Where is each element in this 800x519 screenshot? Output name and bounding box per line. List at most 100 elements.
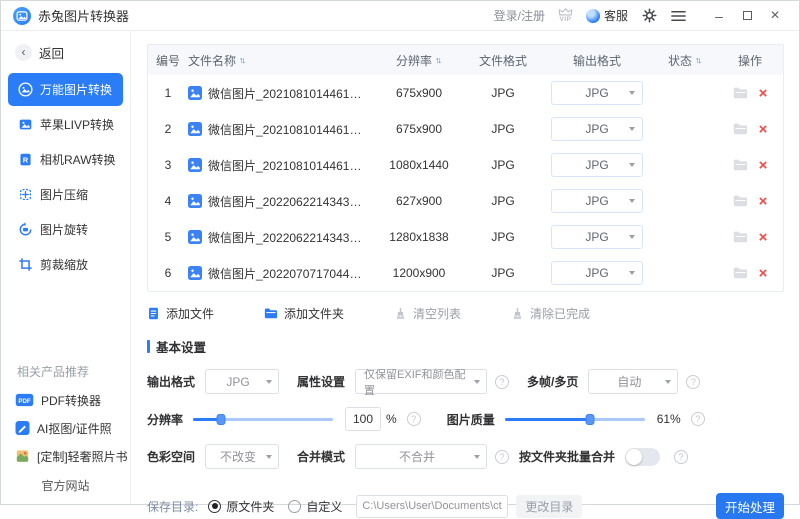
clear-list-button[interactable]: 清空列表 (394, 305, 461, 322)
resolution-percent-input[interactable] (345, 407, 381, 431)
table-row: 3 微信图片_20210810144617.jpg 1080x1440 JPG … (148, 147, 783, 183)
file-resolution: 675x900 (373, 86, 465, 100)
open-folder-icon[interactable] (733, 159, 748, 171)
help-icon[interactable]: ? (674, 450, 688, 464)
delete-icon[interactable]: × (759, 122, 768, 137)
radio-original-folder[interactable]: 原文件夹 (208, 498, 274, 515)
sidebar-item-label: 相机RAW转换 (40, 151, 116, 168)
colorspace-dropdown[interactable]: 不改变 (205, 444, 279, 469)
sort-icon[interactable]: ↑↓ (695, 55, 702, 65)
sidebar-item-universal-convert[interactable]: 万能图片转换 (8, 73, 123, 106)
close-button[interactable]: × (761, 3, 789, 29)
apple-livp-icon (18, 117, 33, 132)
clear-list-icon (394, 307, 407, 320)
image-file-icon (188, 266, 202, 280)
menu-hamburger-icon[interactable] (670, 8, 686, 24)
photobook-icon (15, 449, 30, 463)
minimize-button[interactable]: – (705, 3, 733, 29)
file-resolution: 1080x1440 (373, 158, 465, 172)
help-icon[interactable]: ? (407, 412, 421, 426)
batch-merge-toggle[interactable] (625, 448, 660, 466)
back-label: 返回 (39, 43, 64, 62)
slider-thumb[interactable] (586, 414, 595, 425)
output-format-select[interactable]: JPG (551, 117, 643, 141)
open-folder-icon[interactable] (733, 123, 748, 135)
sidebar-item-compress[interactable]: 图片压缩 (8, 178, 123, 211)
sort-icon[interactable]: ↑↓ (239, 55, 246, 65)
app-window: 赤兔图片转换器 登录/注册 VIP 客服 – × (0, 0, 800, 505)
output-format-select[interactable]: JPG (551, 153, 643, 177)
output-format-select[interactable]: JPG (551, 261, 643, 285)
help-icon[interactable]: ? (495, 375, 509, 389)
radio-custom-folder[interactable]: 自定义 (288, 498, 342, 515)
vip-button[interactable]: VIP (558, 8, 573, 24)
header-filename[interactable]: 文件名称↑↓ (188, 52, 373, 69)
chevron-down-icon (629, 91, 635, 95)
table-header: 编号 文件名称↑↓ 分辨率↑↓ 文件格式 输出格式 状态↑↓ 操作 (148, 45, 783, 75)
resolution-slider[interactable] (193, 412, 333, 426)
login-register-link[interactable]: 登录/注册 (494, 7, 545, 24)
support-button[interactable]: 客服 (586, 7, 628, 24)
sort-icon[interactable]: ↑↓ (435, 55, 442, 65)
related-item-label: [定制]轻奢照片书 (37, 448, 128, 465)
open-folder-icon[interactable] (733, 267, 748, 279)
sidebar-item-crop[interactable]: 剪裁缩放 (8, 248, 123, 281)
open-folder-icon[interactable] (733, 195, 748, 207)
settings-gear-icon[interactable] (641, 8, 657, 24)
sidebar-item-photobook[interactable]: [定制]轻奢照片书 (1, 442, 130, 470)
output-format-select[interactable]: JPG (551, 225, 643, 249)
output-format-value: JPG (585, 230, 608, 244)
table-row: 1 微信图片_20210810144617 (复制).jpg 675x900 J… (148, 75, 783, 111)
output-format-select[interactable]: JPG (551, 81, 643, 105)
sidebar-item-label: 图片旋转 (40, 221, 88, 238)
table-row: 6 微信图片_20220707170443 (复制) (2).jpg 1200x… (148, 255, 783, 291)
file-format: JPG (465, 230, 541, 244)
maximize-button[interactable] (733, 3, 761, 29)
help-icon[interactable]: ? (495, 450, 509, 464)
header-status[interactable]: 状态↑↓ (653, 52, 717, 69)
output-format-label: 输出格式 (147, 373, 195, 390)
output-format-dropdown[interactable]: JPG (205, 369, 279, 394)
change-directory-button[interactable]: 更改目录 (516, 495, 582, 518)
slider-thumb[interactable] (217, 414, 226, 425)
header-format: 文件格式 (465, 52, 541, 69)
delete-icon[interactable]: × (759, 86, 768, 101)
output-format-select[interactable]: JPG (551, 189, 643, 213)
open-folder-icon[interactable] (733, 231, 748, 243)
clear-completed-button[interactable]: 清除已完成 (511, 305, 590, 322)
app-title: 赤兔图片转换器 (38, 6, 129, 25)
help-icon[interactable]: ? (686, 375, 700, 389)
help-icon[interactable]: ? (691, 412, 705, 426)
official-site-link[interactable]: 官方网站 (1, 470, 130, 500)
sidebar-item-livp-convert[interactable]: 苹果LIVP转换 (8, 108, 123, 141)
open-folder-icon[interactable] (733, 87, 748, 99)
save-path-input[interactable] (356, 495, 508, 518)
delete-icon[interactable]: × (759, 194, 768, 209)
quality-label: 图片质量 (447, 411, 495, 428)
quality-slider[interactable] (505, 412, 645, 426)
output-format-value: JPG (585, 122, 608, 136)
sidebar-item-rotate[interactable]: 图片旋转 (8, 213, 123, 246)
header-resolution[interactable]: 分辨率↑↓ (373, 52, 465, 69)
merge-mode-dropdown[interactable]: 不合并 (355, 444, 487, 469)
file-format: JPG (465, 122, 541, 136)
multiframe-dropdown[interactable]: 自动 (588, 369, 678, 394)
sidebar-item-ai-cutout[interactable]: AI抠图/证件照 (1, 414, 130, 442)
image-file-icon (188, 158, 202, 172)
back-button[interactable]: ‹ 返回 (1, 39, 130, 72)
add-folder-button[interactable]: 添加文件夹 (264, 305, 344, 322)
delete-icon[interactable]: × (759, 158, 768, 173)
file-format: JPG (465, 86, 541, 100)
file-name: 微信图片_20220622143433.jpg (208, 229, 367, 246)
image-file-icon (188, 122, 202, 136)
delete-icon[interactable]: × (759, 230, 768, 245)
resolution-label: 分辨率 (147, 411, 183, 428)
start-process-button[interactable]: 开始处理 (716, 493, 784, 519)
delete-icon[interactable]: × (759, 266, 768, 281)
add-file-label: 添加文件 (166, 305, 214, 322)
add-file-button[interactable]: 添加文件 (147, 305, 214, 322)
sidebar-item-pdf-converter[interactable]: PDF PDF转换器 (1, 386, 130, 414)
property-settings-dropdown[interactable]: 仅保留EXIF和颜色配置 (355, 369, 487, 394)
add-folder-label: 添加文件夹 (284, 305, 344, 322)
sidebar-item-raw-convert[interactable]: R 相机RAW转换 (8, 143, 123, 176)
